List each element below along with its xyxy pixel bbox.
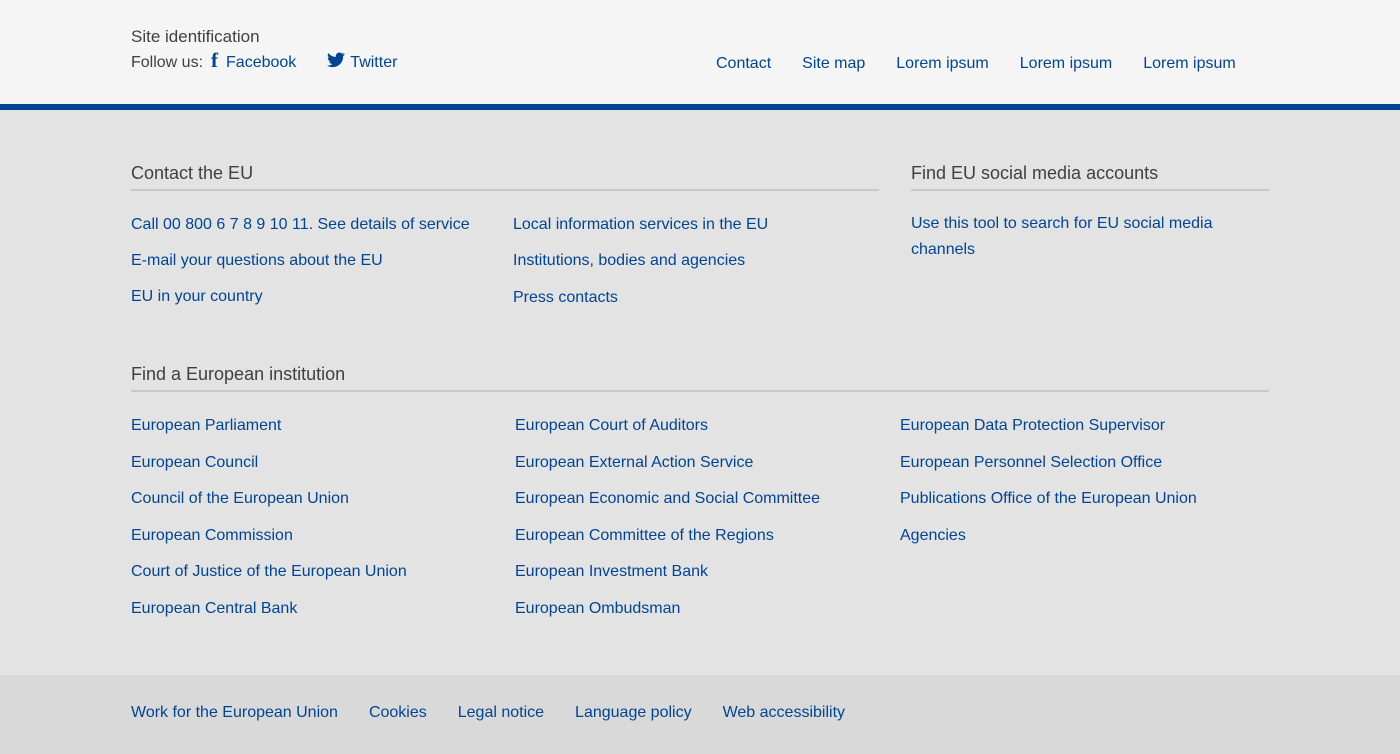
social-media-search-link[interactable]: Use this tool to search for EU social me… — [911, 211, 1241, 263]
contact-link-call[interactable]: Call 00 800 6 7 8 9 10 11. See details o… — [131, 216, 470, 234]
institution-link-council[interactable]: European Council — [131, 454, 407, 472]
follow-us-label: Follow us: — [131, 54, 204, 71]
institutions-col-1: European Parliament European Council Cou… — [131, 417, 407, 618]
institution-link-court-of-auditors[interactable]: European Court of Auditors — [515, 417, 820, 435]
facebook-label: Facebook — [226, 54, 297, 71]
twitter-label: Twitter — [350, 54, 398, 71]
institution-link-agencies[interactable]: Agencies — [900, 527, 1197, 545]
header-link-lorem-ipsum-1[interactable]: Lorem ipsum — [896, 55, 988, 73]
contact-section-title: Contact the EU — [131, 163, 879, 191]
site-header: Site identification Follow us: f Faceboo… — [0, 0, 1400, 110]
header-link-lorem-ipsum-3[interactable]: Lorem ipsum — [1143, 55, 1235, 73]
footer-links: Work for the European Union Cookies Lega… — [131, 704, 876, 722]
header-link-lorem-ipsum-2[interactable]: Lorem ipsum — [1020, 55, 1112, 73]
header-link-site-map[interactable]: Site map — [802, 55, 865, 73]
footer-link-language-policy[interactable]: Language policy — [575, 704, 692, 722]
site-identification: Site identification — [131, 27, 260, 46]
contact-link-press-contacts[interactable]: Press contacts — [513, 289, 768, 307]
twitter-link[interactable]: Twitter — [327, 52, 398, 72]
institution-link-regions[interactable]: European Committee of the Regions — [515, 527, 820, 545]
institution-link-central-bank[interactable]: European Central Bank — [131, 600, 407, 618]
institutions-section-title: Find a European institution — [131, 364, 1269, 392]
contact-link-institutions[interactable]: Institutions, bodies and agencies — [513, 252, 768, 270]
institution-link-data-protection[interactable]: European Data Protection Supervisor — [900, 417, 1197, 435]
institutions-col-2: European Court of Auditors European Exte… — [515, 417, 820, 618]
facebook-link[interactable]: f Facebook — [211, 48, 297, 72]
social-section-title: Find EU social media accounts — [911, 163, 1269, 191]
header-links: Contact Site map Lorem ipsum Lorem ipsum… — [716, 55, 1267, 73]
institution-link-commission[interactable]: European Commission — [131, 527, 407, 545]
institution-link-ombudsman[interactable]: European Ombudsman — [515, 600, 820, 618]
contact-link-eu-in-your-country[interactable]: EU in your country — [131, 288, 470, 306]
institution-link-parliament[interactable]: European Parliament — [131, 417, 407, 435]
contact-link-local-information[interactable]: Local information services in the EU — [513, 216, 768, 234]
footer-link-cookies[interactable]: Cookies — [369, 704, 427, 722]
footer-link-web-accessibility[interactable]: Web accessibility — [723, 704, 845, 722]
institutions-col-3: European Data Protection Supervisor Euro… — [900, 417, 1197, 545]
facebook-icon: f — [211, 48, 219, 72]
footer-bar: Work for the European Union Cookies Lega… — [0, 675, 1400, 754]
contact-link-email[interactable]: E-mail your questions about the EU — [131, 252, 470, 270]
contact-links-col-2: Local information services in the EU Ins… — [513, 216, 768, 307]
twitter-icon — [327, 52, 346, 68]
social-links: Use this tool to search for EU social me… — [911, 211, 1241, 263]
institution-link-economic-social[interactable]: European Economic and Social Committee — [515, 490, 820, 508]
footer-link-legal-notice[interactable]: Legal notice — [458, 704, 544, 722]
institution-link-publications-office[interactable]: Publications Office of the European Unio… — [900, 490, 1197, 508]
follow-us: Follow us: f Facebook Twitter — [131, 48, 398, 72]
institution-link-external-action[interactable]: European External Action Service — [515, 454, 820, 472]
contact-links-col-1: Call 00 800 6 7 8 9 10 11. See details o… — [131, 216, 470, 306]
institution-link-personnel-selection[interactable]: European Personnel Selection Office — [900, 454, 1197, 472]
footer-link-work-for-eu[interactable]: Work for the European Union — [131, 704, 338, 722]
institution-link-council-of-eu[interactable]: Council of the European Union — [131, 490, 407, 508]
institution-link-court-of-justice[interactable]: Court of Justice of the European Union — [131, 563, 407, 581]
header-link-contact[interactable]: Contact — [716, 55, 771, 73]
institution-link-investment-bank[interactable]: European Investment Bank — [515, 563, 820, 581]
